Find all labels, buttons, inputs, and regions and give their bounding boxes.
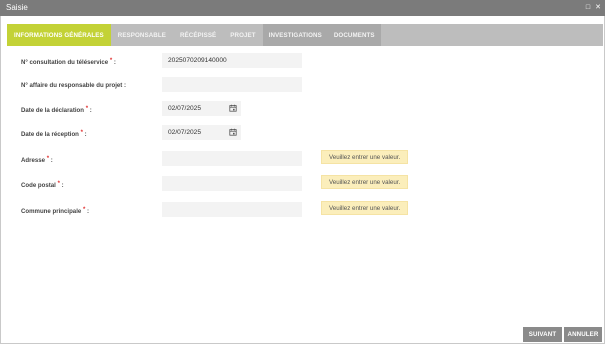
code-postal-validation-tooltip: Veuillez entrer une valeur.	[321, 175, 409, 189]
tab-projet[interactable]: PROJET	[223, 24, 262, 46]
reception-date-value: 02/07/2025	[168, 129, 202, 136]
code-postal-field[interactable]	[162, 176, 302, 191]
window-titlebar: Saisie □ ✕	[0, 0, 605, 16]
tab-group-right: INVESTIGATIONS DOCUMENTS	[262, 24, 381, 46]
consultation-field[interactable]: 2025070209140000	[162, 53, 302, 68]
tab-investigations[interactable]: INVESTIGATIONS	[263, 24, 328, 46]
window-title: Saisie	[6, 3, 28, 12]
calendar-icon[interactable]	[229, 128, 237, 136]
adresse-validation-tooltip: Veuillez entrer une valeur.	[321, 150, 409, 164]
affaire-label: N° affaire du responsable du projet :	[21, 82, 127, 89]
maximize-icon[interactable]: □	[586, 0, 590, 16]
consultation-label: N° consultation du téléservice * :	[21, 58, 116, 66]
tab-documents[interactable]: DOCUMENTS	[328, 24, 381, 46]
cancel-button[interactable]: ANNULER	[564, 327, 602, 342]
declaration-date-field[interactable]: 02/07/2025	[162, 101, 241, 116]
reception-label: Date de la réception * :	[21, 130, 87, 138]
calendar-icon[interactable]	[229, 104, 237, 112]
code-postal-label: Code postal * :	[21, 181, 64, 189]
commune-validation-tooltip: Veuillez entrer une valeur.	[321, 201, 409, 215]
reception-date-field[interactable]: 02/07/2025	[162, 125, 241, 140]
declaration-date-value: 02/07/2025	[168, 105, 202, 112]
adresse-label: Adresse * :	[21, 156, 53, 164]
next-button[interactable]: SUIVANT	[523, 327, 562, 342]
affaire-field[interactable]	[162, 77, 302, 92]
declaration-label: Date de la déclaration * :	[21, 106, 92, 114]
tab-recepisse[interactable]: RÉCÉPISSÉ	[173, 24, 223, 46]
adresse-field[interactable]	[162, 151, 302, 166]
tab-bar: INFORMATIONS GÉNÉRALES RESPONSABLE RÉCÉP…	[7, 24, 603, 46]
tab-informations-generales[interactable]: INFORMATIONS GÉNÉRALES	[7, 24, 111, 46]
commune-label: Commune principale * :	[21, 207, 90, 215]
tab-responsable[interactable]: RESPONSABLE	[111, 24, 173, 46]
close-icon[interactable]: ✕	[595, 0, 601, 16]
commune-field[interactable]	[162, 202, 302, 217]
